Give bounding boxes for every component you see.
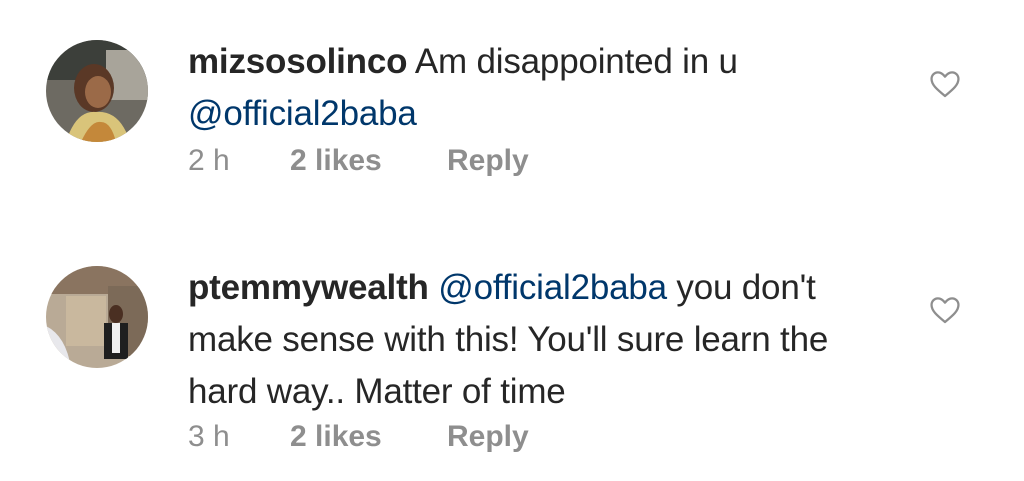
reply-button[interactable]: Reply: [447, 420, 529, 454]
comment-likes[interactable]: 2 likes: [290, 420, 382, 454]
comment-mention[interactable]: @official2baba: [188, 94, 417, 133]
reply-button[interactable]: Reply: [447, 144, 529, 178]
comment-text: ptemmywealth @official2baba you don't ma…: [188, 262, 888, 418]
comment-username[interactable]: ptemmywealth: [188, 268, 429, 307]
comment-body: ptemmywealth @official2baba you don't ma…: [188, 262, 888, 453]
comment-username[interactable]: mizsosolinco: [188, 42, 408, 81]
comment-time: 3 h: [188, 420, 230, 453]
profile-photo-icon: [46, 266, 148, 368]
profile-photo-icon: [46, 40, 148, 142]
comment-mention[interactable]: @official2baba: [438, 268, 667, 307]
comment-text: mizsosolinco Am disappointed in u @offic…: [188, 36, 888, 140]
comment-text-before: [429, 268, 439, 307]
comment-time: 2 h: [188, 144, 230, 177]
heart-outline-icon[interactable]: [928, 67, 962, 101]
avatar[interactable]: [46, 266, 148, 368]
comment-body: mizsosolinco Am disappointed in u @offic…: [188, 36, 888, 177]
comment-likes[interactable]: 2 likes: [290, 144, 382, 178]
avatar[interactable]: [46, 40, 148, 142]
heart-outline-icon[interactable]: [928, 293, 962, 327]
comment-text-before: Am disappointed in u: [407, 42, 738, 81]
